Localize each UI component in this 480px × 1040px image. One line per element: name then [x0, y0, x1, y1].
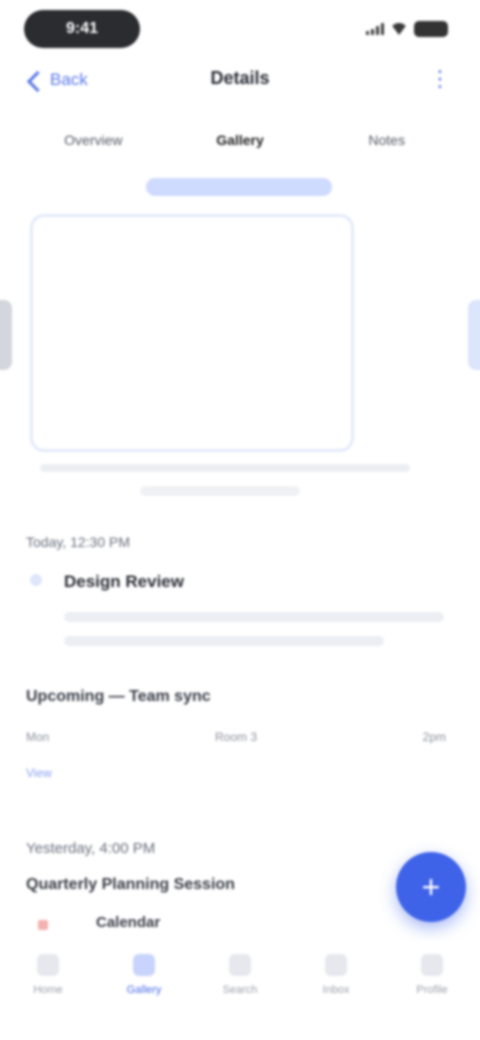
status-icons: [366, 18, 448, 40]
section3-subtitle[interactable]: Quarterly Planning Session: [26, 876, 235, 894]
add-button[interactable]: +: [396, 852, 466, 922]
more-icon: ⋮: [429, 66, 451, 91]
tabbar-label: Inbox: [322, 984, 350, 996]
tabbar-gallery[interactable]: Gallery: [114, 954, 174, 1040]
home-icon: [37, 954, 59, 976]
tabbar-profile[interactable]: Profile: [402, 954, 462, 1040]
search-icon: [229, 954, 251, 976]
tabbar-home[interactable]: Home: [18, 954, 78, 1040]
section1-text-line: [64, 636, 384, 646]
segmented-tabs: Overview Gallery Notes: [20, 122, 460, 158]
back-label: Back: [50, 70, 88, 89]
status-time: 9:41: [65, 20, 99, 37]
gallery-icon: [133, 954, 155, 976]
signal-icon: [366, 23, 384, 35]
inbox-icon: [325, 954, 347, 976]
page-title: Details: [210, 68, 270, 88]
bottom-tab-bar: Home Gallery Search Inbox Profile: [0, 940, 480, 1040]
tab-gallery[interactable]: Gallery: [167, 122, 314, 158]
tabbar-label: Home: [33, 984, 63, 996]
card-subcaption: [140, 486, 300, 496]
bullet-icon: [30, 574, 42, 586]
card-caption: [40, 456, 410, 480]
page-indicator: [146, 178, 332, 196]
section3-title: Yesterday, 4:00 PM: [26, 840, 156, 857]
section1-title: Today, 12:30 PM: [26, 534, 131, 550]
more-button[interactable]: ⋮: [428, 66, 452, 96]
section1-heading[interactable]: Design Review: [64, 572, 184, 592]
section1-text-line: [64, 612, 444, 622]
calendar-icon: [38, 920, 48, 930]
wifi-icon: [390, 23, 408, 35]
chevron-left-icon: [26, 70, 49, 93]
tabbar-label: Gallery: [126, 984, 162, 996]
tab-overview[interactable]: Overview: [20, 122, 167, 158]
profile-icon: [421, 954, 443, 976]
back-button[interactable]: Back: [26, 70, 90, 96]
caption-line: [40, 464, 410, 472]
tabbar-search[interactable]: Search: [210, 954, 270, 1040]
carousel-card[interactable]: [30, 214, 354, 452]
tab-notes[interactable]: Notes: [313, 122, 460, 158]
view-link[interactable]: View: [26, 766, 52, 780]
section2-row: Mon Room 3 2pm: [26, 730, 446, 750]
tabbar-inbox[interactable]: Inbox: [306, 954, 366, 1040]
section2-col: 2pm: [422, 730, 446, 744]
carousel-prev-peek[interactable]: [0, 300, 12, 370]
tabbar-label: Search: [222, 984, 258, 996]
battery-icon: [414, 21, 448, 37]
section2-col: Room 3: [214, 730, 258, 744]
tabbar-label: Profile: [416, 984, 448, 996]
bottom-label: Calendar: [96, 914, 161, 931]
section2-title: Upcoming — Team sync: [26, 688, 211, 705]
section2-col: Mon: [26, 730, 50, 744]
carousel-next-peek[interactable]: [468, 300, 480, 370]
